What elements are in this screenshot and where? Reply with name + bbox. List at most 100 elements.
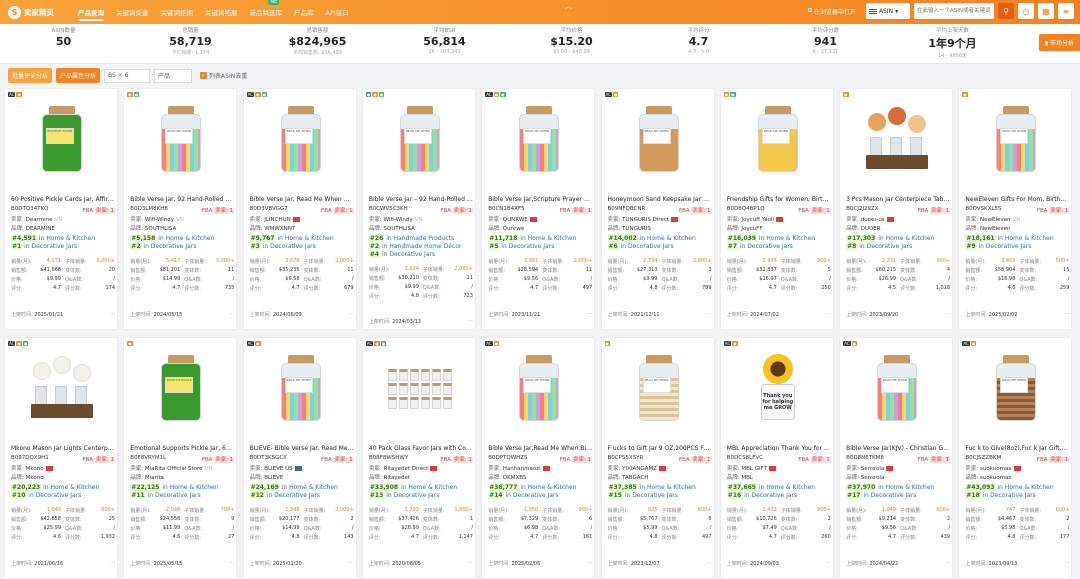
product-card[interactable]: AC●●Mkono Mason Jar Lights Centerpiece T… <box>4 337 118 579</box>
rank-line[interactable]: #43,093 in Home & Kitchen <box>965 484 1069 492</box>
brand-value[interactable]: suokuomax <box>980 475 1012 481</box>
product-image[interactable]: READ ME WHEN <box>377 97 463 183</box>
batch-review-analysis-button[interactable]: 批量评论分析 <box>8 68 53 83</box>
menu-button[interactable]: ≡ <box>1058 3 1074 19</box>
product-title[interactable]: 40 Pack Glass Favor Jars with Cork Lids <box>369 445 473 452</box>
brand-value[interactable]: SOUTHLISA <box>145 226 176 232</box>
seller-value[interactable]: duoer-us <box>861 217 885 223</box>
product-title[interactable]: Bible Verse Jar,Scripture Prayer Cards <box>488 196 592 203</box>
product-card[interactable]: AC ● READ ME WHEN BLIEVE- Bible Verse Jar, … <box>242 337 357 579</box>
rank-line[interactable]: #20,223 in Home & Kitchen <box>11 484 115 492</box>
rank-line[interactable]: #37,385 in Home & Kitchen <box>607 484 712 492</box>
product-title[interactable]: 60 Positive Pickle Cards Jar, Affirmatio… <box>11 196 115 203</box>
rank-line[interactable]: #22,125 in Home & Kitchen <box>130 484 234 492</box>
seller-value[interactable]: NewEleven <box>980 217 1011 223</box>
more-options-icon[interactable]: ··· <box>587 311 592 318</box>
product-title[interactable]: 3 Pcs Mason Jar Centerpiece Table Decor <box>846 196 950 203</box>
rank-line[interactable]: #26 in Handmade Products <box>368 235 473 243</box>
brand-value[interactable]: TUNGURIS <box>622 226 651 232</box>
product-title[interactable]: Bible Verse Jar,Read Me When Bible Verse… <box>488 445 592 452</box>
product-title[interactable]: Bible Verse Jar, Read Me When Bible Vers… <box>250 196 354 203</box>
product-title[interactable]: Bible Verse Jar – 92 Hand-Rolled Scriptu… <box>369 196 473 203</box>
product-card[interactable]: AC ● ● READ ME WHEN Bible Verse Jar, Read Me… <box>242 88 357 330</box>
product-image[interactable]: READ ME WHEN <box>973 97 1059 183</box>
asin-value[interactable]: B0DT3KSGCX <box>250 455 287 463</box>
more-options-icon[interactable]: ··· <box>1065 311 1070 318</box>
product-card[interactable]: ● ● ● READ ME WHEN Bible Verse Jar – 92 Hand… <box>361 88 476 330</box>
seller-value[interactable]: TUNGURIS Direct <box>622 217 669 223</box>
product-card[interactable]: ● READ ME WHEN F ucks to Gift Jar 9 OZ,200… <box>600 337 715 579</box>
seller-value[interactable]: MBL GIFT <box>741 466 767 472</box>
apps-button[interactable]: ▦ <box>1038 3 1054 19</box>
nav-item-6[interactable]: API接口 <box>320 0 355 24</box>
rank-line[interactable]: #8 in Decorative Jars <box>846 243 950 251</box>
more-options-icon[interactable]: ··· <box>707 560 712 567</box>
product-title[interactable]: BLIEVE- Bible Verse Jar, Read Me When <box>250 445 354 452</box>
brand-value[interactable]: MBL <box>741 475 753 481</box>
bs-filter-select[interactable]: BS × 6 <box>104 68 151 83</box>
brand-value[interactable]: NewEleven <box>980 226 1011 232</box>
more-options-icon[interactable]: ··· <box>468 318 473 325</box>
asin-value[interactable]: B0DVSKXL5S <box>965 206 1001 214</box>
product-card[interactable]: ● ● READ ME WHEN Bible Verse Jar, 92 Hand-R… <box>123 88 238 330</box>
rank-line[interactable]: #1 in Decorative Jars <box>11 243 115 251</box>
seller-value[interactable]: YIXIANGAMZ <box>622 466 657 472</box>
product-title[interactable]: Emotional Supports Pickle Jar, 60 Positi… <box>130 445 234 452</box>
product-card[interactable]: AC ● READ ME WHEN Fuc k to Give(8oz),Fuc k … <box>958 337 1073 579</box>
more-options-icon[interactable]: ··· <box>230 311 235 318</box>
product-card[interactable]: ● POSITIVE PICKLE Emotional Supports Pickl… <box>123 337 238 579</box>
rank-line[interactable]: #7 in Decorative Jars <box>726 243 831 251</box>
rank-line[interactable]: #2 in Handmade Home Décor <box>368 243 473 251</box>
seller-value[interactable]: QUNRWE <box>503 217 528 223</box>
product-card[interactable]: ● ● READ ME WHEN Friendship Gifts for Women… <box>719 88 834 330</box>
rank-line[interactable]: #4,591 in Home & Kitchen <box>11 235 115 243</box>
product-card[interactable]: AC ● POSITIVE PICKLE 60 Positive Pickle Car… <box>4 88 118 330</box>
more-options-icon[interactable]: ··· <box>945 560 950 567</box>
product-card[interactable]: AC ● Thank you for helping me GROW MBL Appr… <box>719 337 834 579</box>
more-options-icon[interactable]: ··· <box>1065 560 1070 567</box>
rank-line[interactable]: #10 in Decorative Jars <box>11 492 115 500</box>
asin-value[interactable]: B0CJ2J29ZX <box>846 206 878 214</box>
product-image[interactable]: READ ME WHEN <box>616 346 702 432</box>
asin-value[interactable]: B0CPS5XSYR <box>608 455 644 463</box>
rank-line[interactable]: #36,777 in Home & Kitchen <box>488 484 592 492</box>
product-card[interactable]: AC ● READ ME WHEN Bible Verse Jar,Read Me W… <box>481 337 596 579</box>
rank-line[interactable]: #18 in Decorative Jars <box>965 492 1069 500</box>
product-card[interactable]: ● READ ME WHEN NewEleven Gifts For Mom, Bi… <box>958 88 1073 330</box>
seller-value[interactable]: Mkono <box>26 466 44 472</box>
attribute-analysis-button[interactable]: 产品属性分析 <box>56 68 101 83</box>
rank-line[interactable]: #24,169 in Home & Kitchen <box>249 484 354 492</box>
seller-value[interactable]: MiaRita Official Store <box>145 466 203 472</box>
seller-value[interactable]: Ritayedet Direct <box>384 466 429 472</box>
asin-value[interactable]: B09NFQBCNR <box>608 206 646 214</box>
seller-value[interactable]: Wifi-Windy <box>145 217 174 223</box>
rank-line[interactable]: #37,665 in Home & Kitchen <box>726 484 831 492</box>
product-title[interactable]: Bible Verse Jar, 92 Hand-Rolled Scriptur… <box>130 196 234 203</box>
more-options-icon[interactable]: ··· <box>230 560 235 567</box>
search-button[interactable]: ⚲ <box>998 3 1014 19</box>
nav-item-2[interactable]: 关键词挖掘 <box>155 0 200 24</box>
brand-value[interactable]: Mkono <box>26 475 44 481</box>
seller-value[interactable]: Wifi-Windy <box>384 217 413 223</box>
rank-line[interactable]: #9,767 in Home & Kitchen <box>249 235 354 243</box>
brand-value[interactable]: JoycuFF <box>741 226 762 232</box>
rank-line[interactable]: #6 in Decorative Jars <box>607 243 712 251</box>
product-image[interactable]: READ ME WHEN <box>496 346 582 432</box>
product-title[interactable]: MBL Appreciation Thank You for Helping <box>727 445 831 452</box>
history-button[interactable]: ◷ <box>1018 3 1034 19</box>
more-options-icon[interactable]: ··· <box>110 311 115 318</box>
rank-line[interactable]: #11,718 in Home & Kitchen <box>488 235 592 243</box>
nav-item-0[interactable]: 产品查询 <box>72 0 110 24</box>
asin-value[interactable]: B0D8Q4BP1Q <box>727 206 765 214</box>
product-image[interactable]: READ ME WHEN <box>138 97 224 183</box>
seller-value[interactable]: JLINCHUN <box>264 217 291 223</box>
brand-value[interactable]: BLIEVE <box>264 475 283 481</box>
rank-line[interactable]: #18,161 in Home & Kitchen <box>965 235 1069 243</box>
product-image[interactable] <box>377 346 463 432</box>
product-card[interactable]: AC ● ● READ ME WHEN Bible Verse Jar,Scriptur… <box>481 88 596 330</box>
rank-line[interactable]: #16 in Decorative Jars <box>726 492 831 500</box>
product-title[interactable]: Honeymoon Sand Keepsake Jar Wedding <box>608 196 712 203</box>
asin-value[interactable]: B0DPTQWHZS <box>488 455 527 463</box>
more-options-icon[interactable]: ··· <box>707 311 712 318</box>
product-image[interactable]: READ ME WHEN <box>496 97 582 183</box>
